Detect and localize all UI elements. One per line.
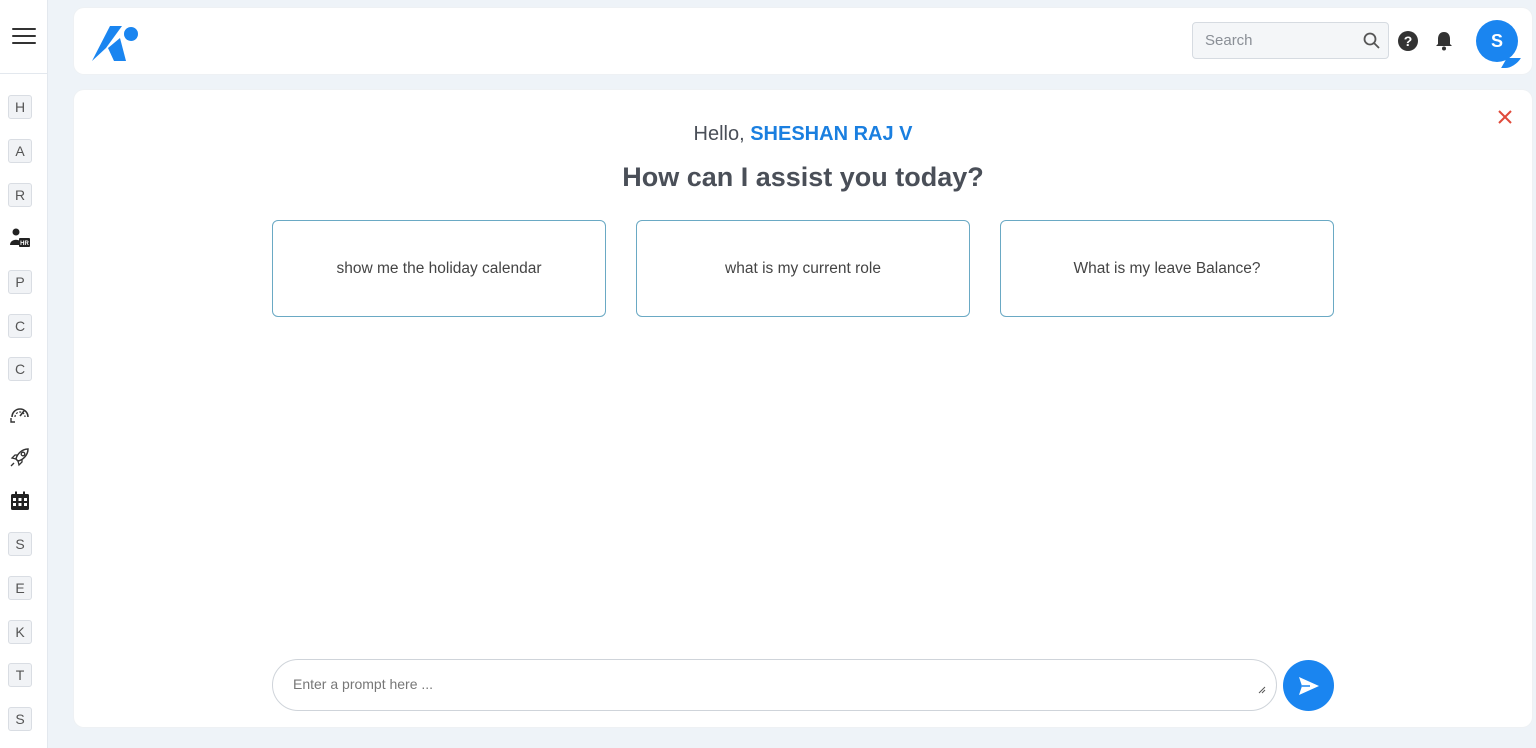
greeting-prefix: Hello, bbox=[693, 123, 751, 145]
calendar-icon bbox=[11, 491, 29, 510]
sidebar-item-hr[interactable]: HR bbox=[8, 226, 32, 250]
app-logo[interactable] bbox=[90, 18, 140, 64]
sidebar-item-h[interactable]: H bbox=[8, 95, 32, 119]
sidebar-item-calendar[interactable] bbox=[8, 489, 32, 513]
top-header: ? S bbox=[74, 8, 1532, 74]
gauge-icon bbox=[10, 408, 29, 423]
search-icon[interactable] bbox=[1362, 31, 1382, 51]
hr-person-icon: HR bbox=[10, 228, 30, 247]
sidebar-item-e[interactable]: E bbox=[8, 576, 32, 600]
search-input[interactable] bbox=[1193, 23, 1358, 58]
prompt-input[interactable] bbox=[293, 676, 1253, 700]
suggestion-card-current-role[interactable]: what is my current role bbox=[636, 220, 970, 317]
svg-text:?: ? bbox=[1404, 33, 1413, 49]
suggestion-card-leave-balance[interactable]: What is my leave Balance? bbox=[1000, 220, 1334, 317]
user-name: SHESHAN RAJ V bbox=[750, 123, 913, 145]
sidebar-item-s1[interactable]: S bbox=[8, 532, 32, 556]
svg-text:HR: HR bbox=[20, 241, 29, 247]
sidebar-item-k[interactable]: K bbox=[8, 620, 32, 644]
assistant-panel: Hello, SHESHAN RAJ V How can I assist yo… bbox=[74, 90, 1532, 727]
search-box bbox=[1192, 22, 1389, 59]
send-icon bbox=[1298, 676, 1319, 695]
sidebar-item-t[interactable]: T bbox=[8, 663, 32, 687]
sidebar-item-gauge[interactable] bbox=[8, 401, 32, 425]
greeting: Hello, SHESHAN RAJ V bbox=[74, 123, 1532, 146]
page-title: How can I assist you today? bbox=[622, 162, 984, 192]
sidebar-item-a[interactable]: A bbox=[8, 139, 32, 163]
sidebar-divider bbox=[0, 73, 48, 74]
help-icon[interactable]: ? bbox=[1397, 30, 1419, 52]
sidebar-item-p[interactable]: P bbox=[8, 270, 32, 294]
resize-grip-icon[interactable] bbox=[1258, 686, 1266, 694]
prompt-box bbox=[272, 659, 1277, 711]
sidebar: H A R HR P C C S E K T S bbox=[0, 0, 48, 748]
suggestion-card-holiday-calendar[interactable]: show me the holiday calendar bbox=[272, 220, 606, 317]
send-button[interactable] bbox=[1283, 660, 1334, 711]
sidebar-item-rocket[interactable] bbox=[8, 445, 32, 469]
menu-icon[interactable] bbox=[12, 28, 36, 46]
sidebar-item-s2[interactable]: S bbox=[8, 707, 32, 731]
sidebar-item-c1[interactable]: C bbox=[8, 314, 32, 338]
rocket-icon bbox=[10, 448, 29, 467]
bell-icon[interactable] bbox=[1433, 30, 1455, 52]
sidebar-item-r[interactable]: R bbox=[8, 183, 32, 207]
sidebar-item-c2[interactable]: C bbox=[8, 357, 32, 381]
avatar[interactable]: S bbox=[1476, 20, 1518, 62]
